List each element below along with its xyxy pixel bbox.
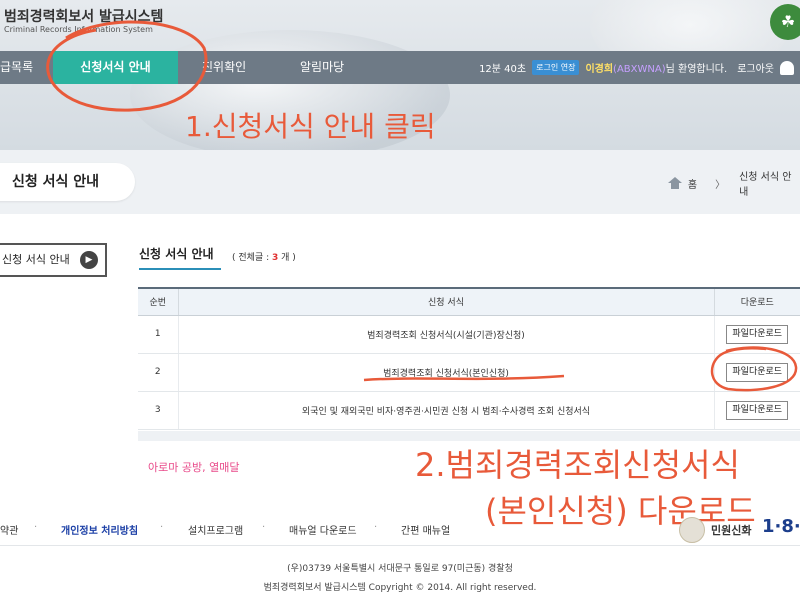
nav-item-notice[interactable]: 알림마당 [300,51,360,84]
police-emblem-icon [679,517,705,543]
section-title: 신청 서식 안내 [139,247,214,261]
footer-link-manual-download[interactable]: 매뉴얼 다운로드 [289,522,357,537]
section-title-underline [139,268,221,270]
session-timer: 12분 40초 [479,64,527,75]
footer-link-quick-manual[interactable]: 간편 매뉴얼 [401,522,450,537]
footer-link-privacy[interactable]: 개인정보 처리방침 [61,522,138,537]
annotation-underline [363,374,565,382]
user-id: (ABXWNA) [613,64,666,75]
watermark-text: 아로마 공방, 열매달 [148,461,240,474]
user-name: 이경희 [585,64,614,75]
file-download-button[interactable]: 파일다운로드 [726,400,789,420]
footer-separator: · [374,522,378,533]
footer-link-terms[interactable]: 약관 [0,522,18,537]
column-header-no: 순번 [138,287,179,316]
call-center-number: 1·8·2 [762,516,800,537]
footer-separator: · [160,522,164,533]
logout-button[interactable]: 로그아웃 [737,60,774,75]
row-number: 2 [138,353,179,392]
arrow-right-icon: ▶ [80,251,98,269]
table-header-row: 순번 신청 서식 다운로드 [138,287,800,316]
extend-login-button[interactable]: 로그인 연장 [532,60,580,75]
table-footer-bar [138,431,800,441]
footer-link-install[interactable]: 설치프로그램 [188,522,243,537]
breadcrumb-separator: 〉 [715,179,726,191]
sidebar-item-form-guide[interactable]: 신청 서식 안내 ▶ [0,243,107,277]
home-icon[interactable] [668,177,682,189]
section-count: ( 전체글 : 3 개 ) [232,253,296,263]
footer-address: (우)03739 서울특별시 서대문구 통일로 97(미근동) 경찰청 [287,564,513,574]
row-form-name: 범죄경력조회 신청서식(시설(기관)장신청) [178,315,715,354]
brand-emblem-icon: ☘ [770,4,800,40]
user-icon[interactable] [780,60,794,75]
row-number: 3 [138,391,179,430]
file-download-button[interactable]: 파일다운로드 [726,324,789,344]
breadcrumb: 홈 〉 신청 서식 안내 [668,172,800,198]
welcome-text: 님 환영합니다. [665,64,728,75]
annotation-step1: 1.신청서식 안내 클릭 [185,110,436,143]
column-header-form: 신청 서식 [178,287,715,316]
page-title: 신청 서식 안내 [0,163,135,201]
footer-copyright: 범죄경력회보서 발급시스템 Copyright © 2014. All righ… [263,583,537,593]
row-form-name: 외국인 및 재외국민 비자·영주권·시민권 신청 시 범죄·수사경력 조회 신청… [178,391,715,430]
table-row: 1 범죄경력조회 신청서식(시설(기관)장신청) 파일다운로드 [138,315,800,354]
sidebar-item-label: 신청 서식 안내 [2,253,70,266]
call-center-label: 민원신화 [711,524,752,537]
form-table: 순번 신청 서식 다운로드 1 범죄경력조회 신청서식(시설(기관)장신청) 파… [138,287,800,430]
column-header-download: 다운로드 [714,287,800,316]
annotation-circle-nav [46,20,208,112]
breadcrumb-home[interactable]: 홈 [688,176,697,191]
table-row: 3 외국인 및 재외국민 비자·영주권·시민권 신청 시 범죄·수사경력 조회 … [138,391,800,430]
row-number: 1 [138,315,179,354]
annotation-step2-line1: 2.범죄경력조회신청서식 [415,446,740,484]
session-panel: 12분 40초 로그인 연장 이경희(ABXWNA)님 환영합니다. 로그아웃 [479,51,794,84]
footer-divider [0,545,800,546]
footer-separator: · [262,522,266,533]
breadcrumb-current: 신청 서식 안내 [739,172,792,198]
footer-separator: · [34,522,38,533]
annotation-circle-download [710,346,798,392]
